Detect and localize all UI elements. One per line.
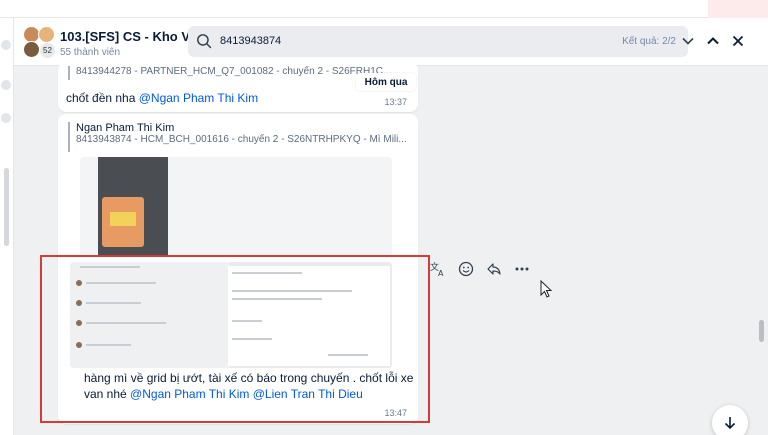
- chevron-up-icon: [707, 37, 719, 45]
- quoted-text: 8413943874 - HCM_BCH_001616 - chuyến 2 -…: [76, 134, 407, 145]
- window-corner: [708, 0, 768, 18]
- next-result-button[interactable]: [678, 31, 698, 51]
- svg-text:A: A: [438, 269, 444, 277]
- group-avatar[interactable]: 52: [22, 25, 56, 59]
- avatar: [38, 26, 55, 43]
- translate-icon: 文 A: [430, 261, 444, 277]
- window-top-strip: [0, 0, 768, 18]
- group-member-count[interactable]: 55 thành viên: [60, 47, 120, 58]
- photo-attachment[interactable]: [80, 157, 392, 257]
- rail-dot[interactable]: [1, 113, 11, 123]
- arrow-down-icon: [724, 417, 736, 430]
- avatar: [23, 41, 40, 58]
- chevron-down-icon: [682, 37, 694, 45]
- reply-icon: [487, 263, 501, 275]
- day-badge: Hôm qua: [356, 73, 416, 91]
- quoted-message[interactable]: Ngan Pham Thi Kim 8413943874 - HCM_BCH_0…: [68, 122, 408, 152]
- message-text-body: chốt đền nha: [66, 91, 139, 105]
- quoted-sender: Ngan Pham Thi Kim: [76, 122, 175, 134]
- close-icon: [732, 35, 744, 47]
- react-button[interactable]: [456, 259, 476, 279]
- chat-scrollbar[interactable]: [759, 320, 764, 342]
- mouse-cursor-icon: [540, 280, 553, 298]
- search-query[interactable]: 8413943874: [220, 35, 281, 47]
- more-icon: [515, 267, 529, 271]
- more-options-button[interactable]: [512, 259, 532, 279]
- left-rail: [0, 18, 14, 435]
- scroll-to-bottom-button[interactable]: [712, 405, 748, 435]
- mention-link[interactable]: @Ngan Pham Thi Kim: [139, 91, 258, 105]
- rail-dot[interactable]: [1, 80, 11, 90]
- highlight-frame: [40, 255, 430, 423]
- search-results-count: Kết quả: 2/2: [622, 36, 676, 47]
- group-title[interactable]: 103.[SFS] CS - Kho Vận: [60, 29, 205, 44]
- translate-button[interactable]: 文 A: [428, 259, 448, 279]
- prev-result-button[interactable]: [703, 31, 723, 51]
- message-text: chốt đền nha @Ngan Pham Thi Kim: [66, 90, 258, 106]
- emoji-icon: [458, 261, 474, 277]
- rail-dot[interactable]: [1, 40, 11, 50]
- search-input[interactable]: 8413943874 Kết quả: 2/2: [188, 26, 688, 57]
- search-icon: [197, 34, 212, 49]
- close-search-button[interactable]: [728, 31, 748, 51]
- rail-scrollbar[interactable]: [4, 168, 9, 246]
- photo-label: [110, 212, 136, 226]
- avatar-count: 52: [39, 42, 56, 59]
- message-time: 13:37: [384, 97, 407, 107]
- chat-header: 52 103.[SFS] CS - Kho Vận 55 thành viên …: [14, 18, 768, 66]
- reply-button[interactable]: [484, 259, 504, 279]
